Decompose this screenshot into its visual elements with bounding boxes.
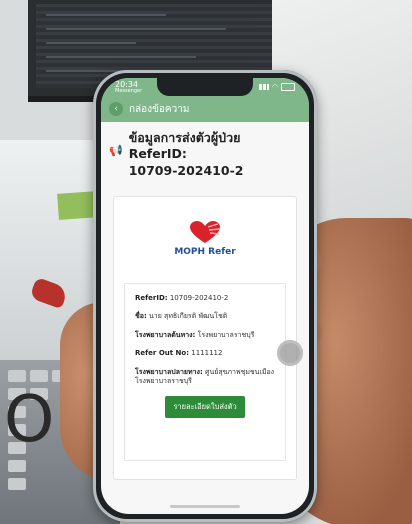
status-icons: ◠ xyxy=(258,83,295,91)
refer-card: MOPH Refer ReferID: 10709-202410-2 ชื่อ:… xyxy=(113,196,297,480)
moph-logo: MOPH Refer xyxy=(114,221,296,257)
field-destination-hospital: โรงพยาบาลปลายทาง: ศูนย์สุขภาพชุมชนเมือง … xyxy=(135,367,275,386)
phone-screen: 20:34 Messenger ◠ ‹ กล่องข้อความ 📢 ข้อมู… xyxy=(101,78,309,514)
field-refer-out-no: Refer Out No: 1111112 xyxy=(135,349,223,358)
status-carrier: Messenger xyxy=(115,88,143,94)
field-origin-hospital: โรงพยาบาลต้นทาง: โรงพยาบาลราชบุรี xyxy=(135,330,255,339)
app-bar: ‹ กล่องข้อความ xyxy=(101,96,309,122)
speaker-icon: 📢 xyxy=(109,144,123,157)
wifi-icon: ◠ xyxy=(271,83,278,91)
phone: 20:34 Messenger ◠ ‹ กล่องข้อความ 📢 ข้อมู… xyxy=(93,70,317,522)
logo-text: MOPH Refer xyxy=(174,247,236,257)
assistive-touch-button[interactable] xyxy=(277,340,303,366)
refer-info-box: ReferID: 10709-202410-2 ชื่อ: นาย สุทธิเ… xyxy=(124,283,286,461)
heart-logo-icon xyxy=(190,221,221,243)
app-bar-title: กล่องข้อความ xyxy=(129,103,190,115)
status-time: 20:34 Messenger xyxy=(115,80,143,94)
battery-icon xyxy=(281,83,295,91)
back-arrow-icon[interactable]: ‹ xyxy=(109,102,123,116)
phone-notch xyxy=(157,78,253,96)
refer-detail-button[interactable]: รายละเอียดใบส่งตัว xyxy=(165,395,245,418)
signal-icon xyxy=(258,84,269,90)
field-refer-id: ReferID: 10709-202410-2 xyxy=(135,294,229,302)
home-indicator[interactable] xyxy=(170,505,240,508)
partial-letter: O xyxy=(4,383,55,457)
message-header: 📢 ข้อมูลการส่งตัวผู้ป่วย ReferID: 10709-… xyxy=(101,122,309,183)
field-name: ชื่อ: นาย สุทธิเกียรติ พัฒนโชติ xyxy=(135,312,228,321)
message-title: ข้อมูลการส่งตัวผู้ป่วย ReferID: 10709-20… xyxy=(128,130,244,178)
